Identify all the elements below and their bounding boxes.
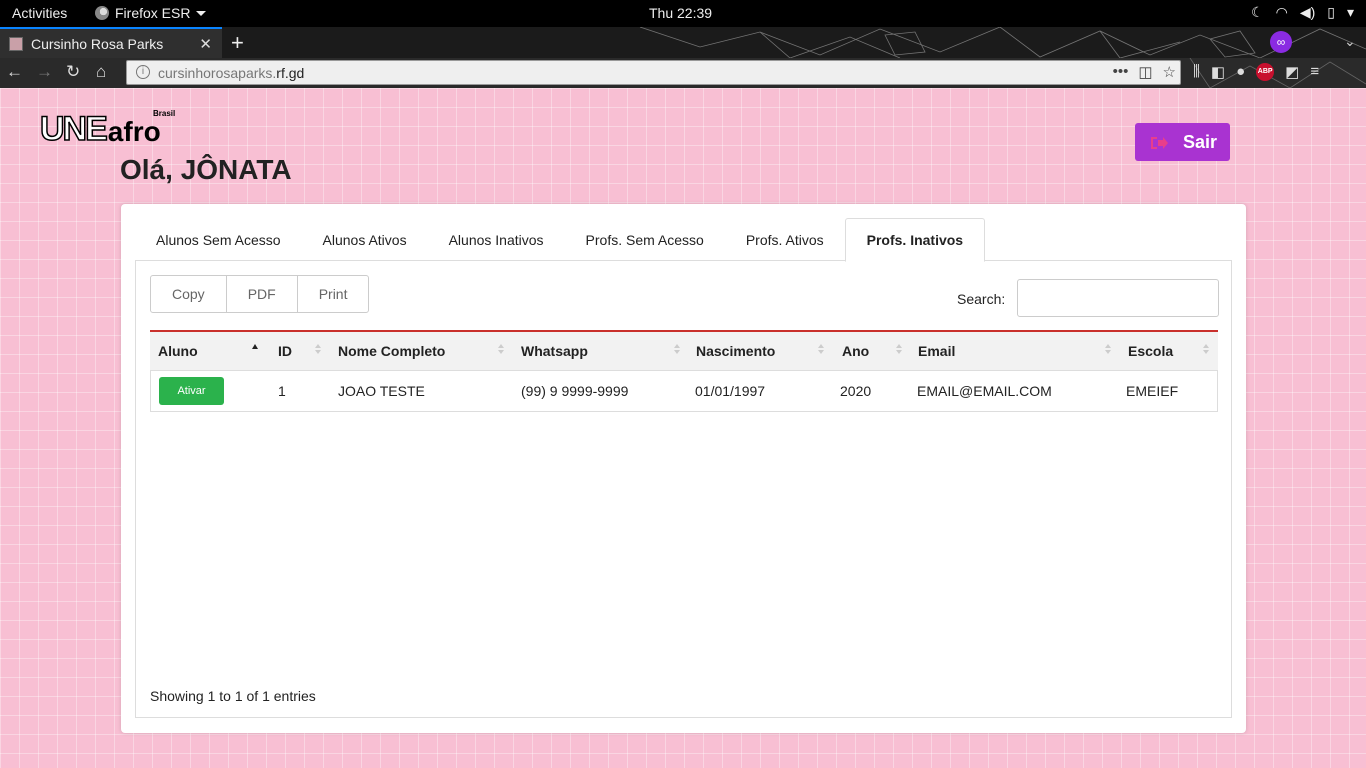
firefox-icon: [95, 6, 109, 20]
sidebar-icon[interactable]: ◧: [1211, 63, 1225, 81]
clock[interactable]: Thu 22:39: [649, 5, 712, 21]
site-favicon-icon: [9, 36, 23, 51]
page-title: Olá, JÔNATA: [120, 154, 292, 185]
logout-button[interactable]: Sair: [1135, 123, 1230, 161]
cell-nome: JOAO TESTE: [338, 383, 425, 399]
print-button[interactable]: Print: [296, 275, 370, 313]
activate-button[interactable]: Ativar: [159, 377, 224, 405]
back-arrow-icon[interactable]: ←: [6, 62, 23, 82]
cell-escola: EMEIEF: [1126, 383, 1179, 399]
tab-profs-inativos[interactable]: Profs. Inativos: [844, 218, 986, 262]
forward-arrow-icon[interactable]: →: [36, 62, 53, 82]
data-table: Aluno ID Nome Completo Whatsapp Nascimen…: [150, 330, 1218, 412]
tab-profs-sem-acesso[interactable]: Profs. Sem Acesso: [565, 218, 725, 261]
sort-icon: [896, 344, 902, 356]
table-info: Showing 1 to 1 of 1 entries: [150, 688, 316, 704]
browser-nav-bar: ← → ↻ ⌂ i cursinhorosaparks.rf.gd ••• ◫ …: [0, 58, 1366, 88]
tab-profs-ativos[interactable]: Profs. Ativos: [725, 218, 845, 261]
volume-icon: ◀): [1299, 4, 1316, 20]
tab-title: Cursinho Rosa Parks: [31, 35, 164, 52]
logo-brasil-text: Brasil: [153, 109, 176, 118]
page-content: UNE afro Brasil Olá, JÔNATA Sair Alunos …: [0, 88, 1366, 768]
wifi-icon: ◠: [1275, 4, 1288, 20]
browser-toolbar-right: ⫼ ◧ ● ABP ◩ ≡: [1193, 63, 1319, 81]
close-icon[interactable]: ✕: [199, 35, 212, 53]
page-actions-icon[interactable]: •••: [1113, 63, 1129, 81]
night-light-icon: ☾: [1251, 4, 1264, 20]
column-header-ano[interactable]: Ano: [842, 332, 869, 370]
pocket-icon[interactable]: ◫: [1138, 63, 1152, 81]
adblock-plus-icon[interactable]: ABP: [1256, 63, 1275, 81]
tab-alunos-sem-acesso[interactable]: Alunos Sem Acesso: [135, 218, 302, 261]
export-buttons: Copy PDF Print: [150, 275, 370, 313]
column-header-nascimento[interactable]: Nascimento: [696, 332, 775, 370]
library-icon[interactable]: ⫼: [1193, 63, 1200, 81]
private-mask-icon: ∞: [1270, 31, 1292, 53]
tab-list-chevron-icon[interactable]: ⌄: [1344, 33, 1356, 50]
url-text[interactable]: cursinhorosaparks.rf.gd: [158, 65, 304, 81]
tab-alunos-ativos[interactable]: Alunos Ativos: [302, 218, 428, 261]
bookmark-star-icon[interactable]: ☆: [1163, 63, 1176, 81]
column-header-email[interactable]: Email: [918, 332, 955, 370]
sort-icon: [1105, 344, 1111, 356]
column-header-nome-completo[interactable]: Nome Completo: [338, 332, 445, 370]
caret-down-icon: [196, 10, 207, 16]
tab-strip: Alunos Sem Acesso Alunos Ativos Alunos I…: [135, 218, 1232, 262]
logo-une-text: UNE: [39, 110, 108, 148]
account-icon[interactable]: ●: [1236, 63, 1245, 81]
search-label: Search:: [957, 291, 1006, 307]
tab-alunos-inativos[interactable]: Alunos Inativos: [428, 218, 565, 261]
tray-menu-caret-icon: ▾: [1346, 4, 1354, 20]
logo-afro-text: afro: [107, 116, 161, 147]
sort-icon: [1203, 344, 1209, 356]
table-row: Ativar 1 JOAO TESTE (99) 9 9999-9999 01/…: [150, 371, 1218, 412]
column-header-whatsapp[interactable]: Whatsapp: [521, 332, 588, 370]
battery-icon: ▯: [1327, 4, 1335, 20]
cell-whatsapp: (99) 9 9999-9999: [521, 383, 629, 399]
cell-ano: 2020: [840, 383, 872, 399]
unafro-logo: UNE afro Brasil: [39, 109, 175, 148]
column-header-aluno[interactable]: Aluno: [158, 332, 198, 370]
system-tray[interactable]: ☾ ◠ ◀) ▯ ▾: [1251, 4, 1354, 21]
column-header-id[interactable]: ID: [278, 332, 292, 370]
system-top-bar: Activities Firefox ESR Thu 22:39 ☾ ◠ ◀) …: [0, 0, 1366, 27]
app-menu[interactable]: Firefox ESR: [95, 5, 207, 21]
activities-button[interactable]: Activities: [12, 5, 67, 21]
hamburger-menu-icon[interactable]: ≡: [1310, 63, 1319, 81]
url-bar[interactable]: i cursinhorosaparks.rf.gd ••• ◫ ☆: [126, 60, 1181, 85]
main-card: Alunos Sem Acesso Alunos Ativos Alunos I…: [121, 204, 1246, 733]
logout-label: Sair: [1183, 131, 1218, 152]
cell-email: EMAIL@EMAIL.COM: [917, 383, 1052, 399]
cell-nascimento: 01/01/1997: [695, 383, 766, 399]
search-input[interactable]: [1017, 279, 1219, 317]
copy-button[interactable]: Copy: [150, 275, 227, 313]
table-header: Aluno ID Nome Completo Whatsapp Nascimen…: [150, 332, 1218, 371]
site-info-icon[interactable]: i: [136, 65, 150, 79]
pdf-button[interactable]: PDF: [225, 275, 298, 313]
reload-icon[interactable]: ↻: [66, 62, 80, 82]
sort-ascending-icon: [252, 344, 258, 356]
sort-icon: [674, 344, 680, 356]
url-actions: ••• ◫ ☆: [1113, 63, 1176, 81]
tab-panel: Copy PDF Print Search: Aluno ID Nome Com…: [135, 261, 1232, 718]
browser-tab-active[interactable]: Cursinho Rosa Parks ✕: [0, 27, 222, 58]
browser-tab-bar: Cursinho Rosa Parks ✕ + ∞ ⌄: [0, 27, 1366, 58]
sort-icon: [498, 344, 504, 356]
home-icon[interactable]: ⌂: [96, 62, 106, 82]
new-tab-plus-icon[interactable]: +: [231, 30, 244, 56]
column-header-escola[interactable]: Escola: [1128, 332, 1173, 370]
sort-icon: [315, 344, 321, 356]
app-menu-label: Firefox ESR: [115, 5, 191, 21]
sign-out-icon: [1149, 135, 1169, 149]
sort-icon: [818, 344, 824, 356]
extension-icon[interactable]: ◩: [1285, 63, 1299, 81]
cell-id: 1: [278, 383, 286, 399]
